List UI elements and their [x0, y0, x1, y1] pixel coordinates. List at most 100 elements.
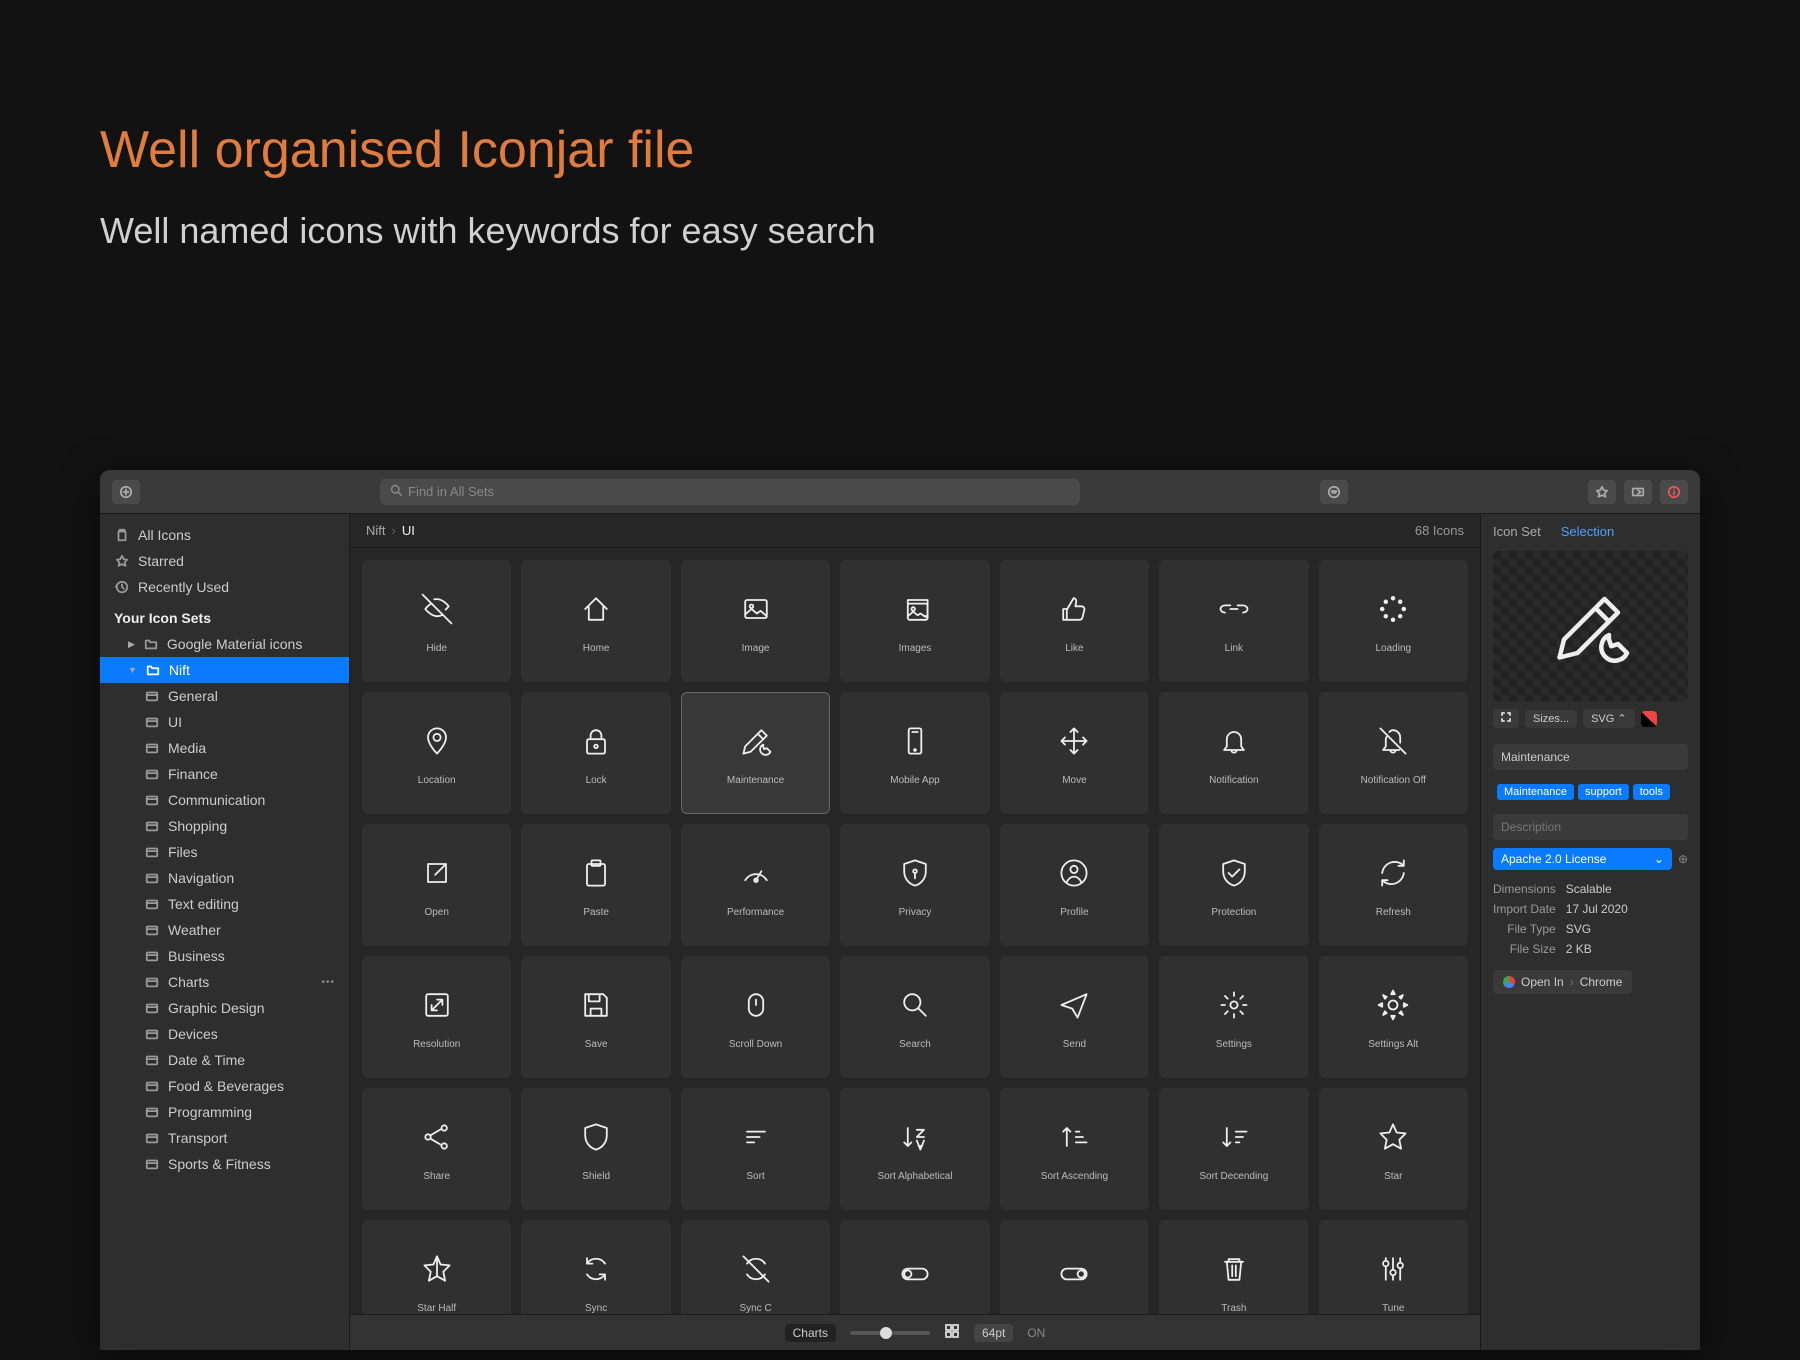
sidebar-item-ui[interactable]: UI: [100, 709, 349, 735]
icon-location[interactable]: Location: [362, 692, 511, 814]
star-icon: [114, 553, 130, 569]
open-in-button[interactable]: Open In›Chrome: [1493, 970, 1632, 994]
icon-resolution[interactable]: Resolution: [362, 956, 511, 1078]
size-label[interactable]: 64pt: [974, 1324, 1013, 1342]
sidebar-item-media[interactable]: Media: [100, 735, 349, 761]
zoom-slider[interactable]: [850, 1331, 930, 1335]
sidebar-item-weather[interactable]: Weather: [100, 917, 349, 943]
sidebar-item-general[interactable]: General: [100, 683, 349, 709]
icon-label: Like: [1065, 643, 1083, 654]
icon-paste[interactable]: Paste: [521, 824, 670, 946]
icon-share[interactable]: Share: [362, 1088, 511, 1210]
icon-label: Scroll Down: [729, 1039, 782, 1050]
tag-support[interactable]: support: [1578, 784, 1629, 800]
icon-notification-off[interactable]: Notification Off: [1319, 692, 1468, 814]
icon-label: Location: [418, 775, 456, 786]
sidebar-item-food-beverages[interactable]: Food & Beverages: [100, 1073, 349, 1099]
icon-sort-alphabetical[interactable]: Sort Alphabetical: [840, 1088, 989, 1210]
icon-home[interactable]: Home: [521, 560, 670, 682]
icon-save[interactable]: Save: [521, 956, 670, 1078]
search-input[interactable]: Find in All Sets: [380, 479, 1080, 505]
crumb-root[interactable]: Nift: [366, 523, 386, 538]
icon-protection[interactable]: Protection: [1159, 824, 1308, 946]
icon-search[interactable]: Search: [840, 956, 989, 1078]
sidebar-item-finance[interactable]: Finance: [100, 761, 349, 787]
icon-settings-alt[interactable]: Settings Alt: [1319, 956, 1468, 1078]
sidebar-item-charts[interactable]: Charts: [100, 969, 349, 995]
icon-like[interactable]: Like: [1000, 560, 1149, 682]
star-button[interactable]: [1588, 480, 1616, 504]
icon-label: Lock: [586, 775, 607, 786]
toolbar: Find in All Sets: [100, 470, 1700, 514]
filter-button[interactable]: [1320, 480, 1348, 504]
disclosure-icon: ▶: [128, 639, 135, 650]
tag-maintenance[interactable]: Maintenance: [1497, 784, 1574, 800]
icon-shield[interactable]: Shield: [521, 1088, 670, 1210]
sidebar-nift[interactable]: ▼Nift: [100, 657, 349, 683]
icon-move[interactable]: Move: [1000, 692, 1149, 814]
icon-sort-decending[interactable]: Sort Decending: [1159, 1088, 1308, 1210]
tags-field[interactable]: Maintenancesupporttools: [1493, 778, 1688, 806]
grid-view-icon[interactable]: [944, 1323, 960, 1342]
add-button[interactable]: [112, 480, 140, 504]
icon-scroll-down[interactable]: Scroll Down: [681, 956, 830, 1078]
sidebar-gmi[interactable]: ▶Google Material icons: [100, 631, 349, 657]
sidebar-recent[interactable]: Recently Used: [100, 574, 349, 600]
sizes-select[interactable]: Sizes...: [1525, 710, 1577, 728]
icon-sort-ascending[interactable]: Sort Ascending: [1000, 1088, 1149, 1210]
icon-mobile-app[interactable]: Mobile App: [840, 692, 989, 814]
gear-alt-icon: [1373, 985, 1413, 1025]
icon-settings[interactable]: Settings: [1159, 956, 1308, 1078]
icon-images[interactable]: Images: [840, 560, 989, 682]
sidebar-item-date-time[interactable]: Date & Time: [100, 1047, 349, 1073]
icon-maintenance[interactable]: Maintenance: [681, 692, 830, 814]
bell-icon: [1214, 721, 1254, 761]
tab-selection[interactable]: Selection: [1561, 524, 1614, 539]
icon-image[interactable]: Image: [681, 560, 830, 682]
sidebar-item-programming[interactable]: Programming: [100, 1099, 349, 1125]
icon-profile[interactable]: Profile: [1000, 824, 1149, 946]
sidebar-item-transport[interactable]: Transport: [100, 1125, 349, 1151]
metadata: DimensionsScalable Import Date17 Jul 202…: [1493, 882, 1688, 956]
color-swatch[interactable]: [1641, 711, 1657, 727]
icon-privacy[interactable]: Privacy: [840, 824, 989, 946]
icon-loading[interactable]: Loading: [1319, 560, 1468, 682]
sort-desc-icon: [1214, 1117, 1254, 1157]
sidebar-item-text-editing[interactable]: Text editing: [100, 891, 349, 917]
sidebar-all-icons[interactable]: All Icons: [100, 522, 349, 548]
sidebar-item-devices[interactable]: Devices: [100, 1021, 349, 1047]
description-field[interactable]: Description: [1493, 814, 1688, 840]
tab-icon-set[interactable]: Icon Set: [1493, 524, 1541, 539]
icon-open[interactable]: Open: [362, 824, 511, 946]
icon-link[interactable]: Link: [1159, 560, 1308, 682]
add-license-button[interactable]: ⊕: [1678, 852, 1688, 866]
sidebar-item-shopping[interactable]: Shopping: [100, 813, 349, 839]
icon-notification[interactable]: Notification: [1159, 692, 1308, 814]
sidebar-item-sports-fitness[interactable]: Sports & Fitness: [100, 1151, 349, 1177]
sidebar-item-graphic-design[interactable]: Graphic Design: [100, 995, 349, 1021]
icon-refresh[interactable]: Refresh: [1319, 824, 1468, 946]
sidebar-item-business[interactable]: Business: [100, 943, 349, 969]
sidebar-starred[interactable]: Starred: [100, 548, 349, 574]
icon-star[interactable]: Star: [1319, 1088, 1468, 1210]
icon-sort[interactable]: Sort: [681, 1088, 830, 1210]
icon-send[interactable]: Send: [1000, 956, 1149, 1078]
info-button[interactable]: [1660, 480, 1688, 504]
crumb-leaf[interactable]: UI: [402, 523, 415, 538]
export-button[interactable]: [1624, 480, 1652, 504]
sort-az-icon: [895, 1117, 935, 1157]
icon-hide[interactable]: Hide: [362, 560, 511, 682]
search-icon: [895, 985, 935, 1025]
sidebar-item-navigation[interactable]: Navigation: [100, 865, 349, 891]
frame-button[interactable]: [1493, 709, 1519, 728]
set-icon: [144, 896, 160, 912]
tag-tools[interactable]: tools: [1633, 784, 1670, 800]
icon-performance[interactable]: Performance: [681, 824, 830, 946]
sidebar-item-communication[interactable]: Communication: [100, 787, 349, 813]
name-field[interactable]: Maintenance: [1493, 744, 1688, 770]
license-select[interactable]: Apache 2.0 License⌄: [1493, 848, 1672, 870]
format-select[interactable]: SVG ⌃: [1583, 709, 1635, 728]
set-icon: [144, 1000, 160, 1016]
icon-lock[interactable]: Lock: [521, 692, 670, 814]
sidebar-item-files[interactable]: Files: [100, 839, 349, 865]
